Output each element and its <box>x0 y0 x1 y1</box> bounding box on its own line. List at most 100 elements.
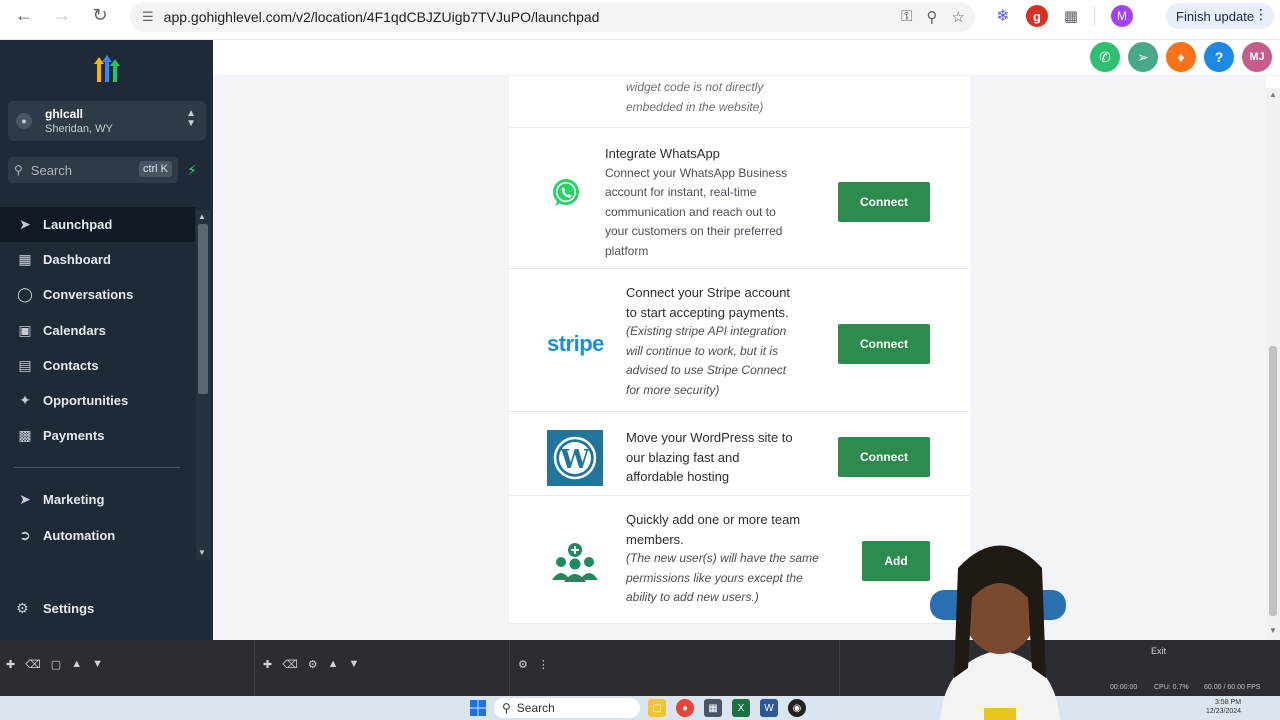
location-avatar-icon: ● <box>16 113 32 129</box>
automation-icon: ➲ <box>19 526 31 543</box>
fps-readout: 60.00 / 60.00 FPS <box>1204 684 1261 691</box>
sidebar-item-launchpad[interactable]: ➤ Launchpad <box>0 207 195 243</box>
main-scroll-thumb[interactable] <box>1269 346 1277 616</box>
reload-icon[interactable]: ↻ <box>82 0 118 30</box>
sidebar-item-conversations[interactable]: ◯ Conversations <box>0 277 195 312</box>
stripe-logo-icon: stripe <box>547 331 604 356</box>
extensions-puzzle-icon[interactable]: ▦ <box>1060 5 1082 27</box>
sidebar-item-dashboard[interactable]: ▦ Dashboard <box>0 242 195 277</box>
whatsapp-card: Integrate WhatsApp Connect your WhatsApp… <box>509 128 970 269</box>
calendar-icon: ▣ <box>18 321 32 338</box>
search-icon: ⚲ <box>502 701 511 715</box>
scroll-up-icon[interactable]: ▲ <box>1269 90 1277 99</box>
sidebar: ● ghlcall Sheridan, WY ▲ ▼ ⚲ Search ctrl … <box>0 40 220 660</box>
address-bar[interactable]: ☰ app.gohighlevel.com/v2/location/4F1qdC… <box>130 2 975 32</box>
opportunities-icon: ✦ <box>19 392 31 409</box>
whatsapp-title: Integrate WhatsApp <box>605 146 720 161</box>
sidebar-item-marketing[interactable]: ➤ Marketing <box>0 482 195 517</box>
wordpress-card: W Move your WordPress site to our blazin… <box>509 412 970 496</box>
back-icon[interactable]: ← <box>6 0 42 30</box>
team-members-icon <box>552 543 598 582</box>
filter-icon[interactable]: ▢ <box>51 658 61 671</box>
highlevel-logo-icon <box>94 55 120 82</box>
stripe-connect-button[interactable]: Connect <box>838 324 930 364</box>
source-settings-icon[interactable]: ⚙ <box>308 658 318 671</box>
word-icon[interactable]: W <box>760 699 778 717</box>
account-switcher[interactable]: ● ghlcall Sheridan, WY ▲ ▼ <box>8 101 206 141</box>
remove-scene-icon[interactable]: ⌫ <box>25 658 41 671</box>
sidebar-item-contacts[interactable]: ▤ Contacts <box>0 348 195 383</box>
move-down-icon[interactable]: ▼ <box>92 658 103 671</box>
quick-action-bolt-icon[interactable]: ⚡ <box>182 159 202 181</box>
browser-toolbar: ← → ↻ ☰ app.gohighlevel.com/v2/location/… <box>0 0 1280 40</box>
mixer-settings-icon[interactable]: ⚙ <box>518 658 528 671</box>
forward-icon[interactable]: → <box>44 0 80 30</box>
main-scrollbar[interactable]: ▲ ▼ <box>1266 88 1280 640</box>
contacts-icon: ▤ <box>18 356 32 373</box>
zoom-icon[interactable]: ⚲ <box>927 8 938 26</box>
sidebar-item-opportunities[interactable]: ✦ Opportunities <box>0 383 195 418</box>
site-info-icon[interactable]: ☰ <box>142 9 154 25</box>
scroll-down-icon[interactable]: ▼ <box>1269 626 1277 635</box>
megaphone-icon[interactable]: ➢ <box>1128 42 1158 72</box>
sidebar-item-automation[interactable]: ➲ Automation <box>0 518 195 553</box>
stripe-card: stripe Connect your Stripe account to st… <box>509 269 970 412</box>
search-shortcut-badge: ctrl K <box>138 161 172 177</box>
extension-g-icon[interactable]: g <box>1026 5 1048 27</box>
obs-icon[interactable]: ◉ <box>788 699 806 717</box>
taskbar-search[interactable]: ⚲ Search <box>494 698 640 718</box>
profile-avatar[interactable]: M <box>1111 5 1133 27</box>
add-source-icon[interactable]: ✚ <box>263 658 272 671</box>
url-text: app.gohighlevel.com/v2/location/4F1qdCBJ… <box>163 9 600 25</box>
chrome-icon[interactable]: ● <box>676 699 694 717</box>
account-name: ghlcall <box>45 107 84 121</box>
source-up-icon[interactable]: ▲ <box>328 658 339 671</box>
chat-icon: ◯ <box>17 286 33 303</box>
gear-icon: ⚙ <box>16 600 29 616</box>
account-location: Sheridan, WY <box>45 123 113 135</box>
taskbar-clock[interactable]: 3:58 PM 12/23/2024 <box>1206 698 1241 716</box>
excel-icon[interactable]: X <box>732 699 750 717</box>
source-down-icon[interactable]: ▼ <box>349 658 360 671</box>
key-icon[interactable]: ⚿ <box>901 8 912 26</box>
bookmark-star-icon[interactable]: ☆ <box>952 8 965 26</box>
obs-exit-button[interactable]: Exit <box>1151 646 1166 656</box>
remove-source-icon[interactable]: ⌫ <box>282 658 298 671</box>
scroll-up-icon[interactable]: ▲ <box>198 212 206 221</box>
sidebar-scrollbar[interactable]: ▲ ▼ <box>196 210 210 560</box>
payments-icon: ▩ <box>18 427 32 444</box>
notification-bell-icon[interactable]: ♦ <box>1166 42 1196 72</box>
scroll-down-icon[interactable]: ▼ <box>198 548 206 557</box>
user-avatar[interactable]: MJ <box>1242 42 1272 72</box>
wordpress-logo-icon: W <box>547 430 603 486</box>
file-explorer-icon[interactable]: ▢ <box>648 699 666 717</box>
calculator-icon[interactable]: ▦ <box>704 699 722 717</box>
sidebar-search-input[interactable]: ⚲ Search ctrl K <box>8 157 178 183</box>
svg-text:W: W <box>559 445 590 475</box>
kebab-menu-icon[interactable]: ⋮ <box>1254 6 1268 23</box>
sidebar-scroll-thumb[interactable] <box>198 224 208 394</box>
search-icon: ⚲ <box>14 163 23 177</box>
whatsapp-connect-button[interactable]: Connect <box>838 182 930 222</box>
move-up-icon[interactable]: ▲ <box>71 658 82 671</box>
windows-start-icon[interactable] <box>470 700 486 716</box>
mixer-menu-icon[interactable]: ⋮ <box>538 658 549 671</box>
wordpress-connect-button[interactable]: Connect <box>838 437 930 477</box>
app-header: ✆ ➢ ♦ ? MJ <box>213 40 1280 76</box>
sidebar-divider <box>14 467 180 469</box>
phone-icon[interactable]: ✆ <box>1090 42 1120 72</box>
whatsapp-icon <box>553 179 579 206</box>
rocket-icon: ➤ <box>19 216 31 233</box>
sidebar-nav: ➤ Launchpad ▦ Dashboard ◯ Conversations … <box>0 207 195 553</box>
finish-update-button[interactable]: Finish update ⋮ <box>1166 3 1274 29</box>
sidebar-item-payments[interactable]: ▩ Payments <box>0 418 195 453</box>
send-icon: ➤ <box>19 491 31 508</box>
webcam-overlay <box>930 545 1066 720</box>
help-button[interactable]: ? <box>1204 42 1234 72</box>
grid-icon: ▦ <box>18 251 32 268</box>
extension-snowflake-icon[interactable]: ❄ <box>992 5 1014 27</box>
sidebar-item-settings[interactable]: ⚙ Settings <box>16 600 94 617</box>
cpu-usage: CPU: 0.7% <box>1154 684 1189 691</box>
sidebar-item-calendars[interactable]: ▣ Calendars <box>0 313 195 348</box>
add-scene-icon[interactable]: ✚ <box>6 658 15 671</box>
